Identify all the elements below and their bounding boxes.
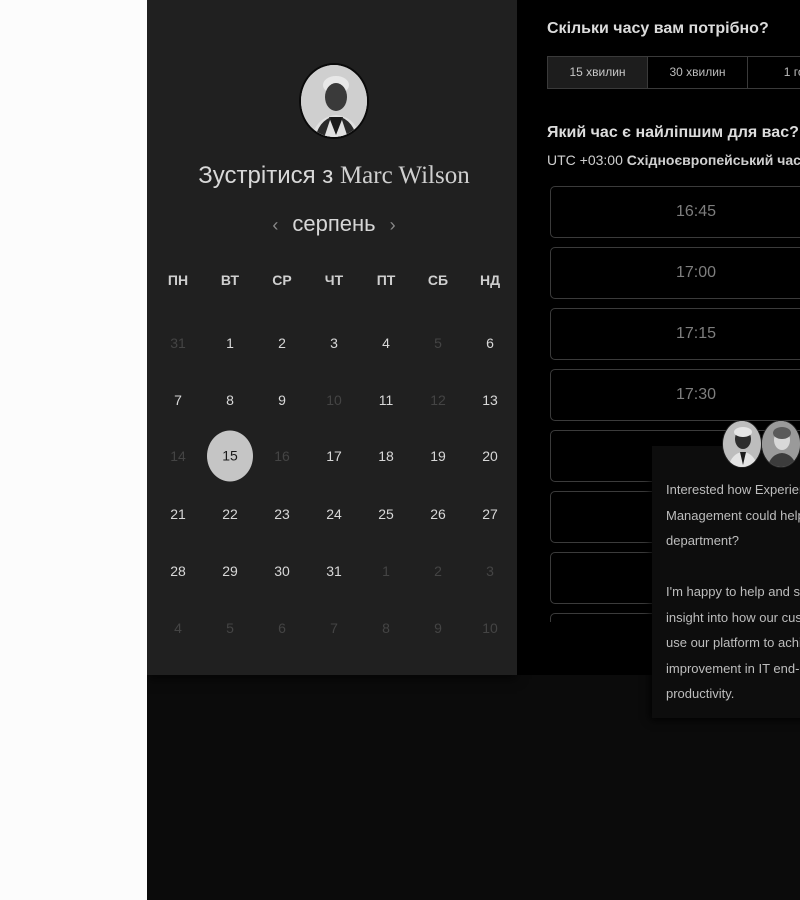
calendar-day: 1 [382,563,390,579]
calendar-day[interactable]: 22 [204,506,256,522]
calendar-day[interactable]: 8 [204,392,256,408]
duration-question: Скільки часу вам потрібно? [547,20,769,37]
calendar-day: 2 [434,563,442,579]
calendar-day[interactable]: 3 [308,335,360,351]
person-avatar-icon [762,421,800,467]
calendar-day[interactable]: 23 [256,506,308,522]
time-slot-button[interactable]: 17:30 [550,369,800,421]
duration-option[interactable]: 30 хвилин [648,57,748,88]
calendar-day[interactable]: 2 [256,335,308,351]
time-slot-label: 16:45 [675,203,717,220]
calendar-day[interactable]: 17 [308,448,360,464]
calendar-day[interactable]: 31 [308,563,360,579]
duration-option[interactable]: 1 год [748,57,800,88]
calendar-day[interactable]: 9 [256,392,308,408]
time-slot-label: 17:00 [675,264,717,281]
calendar-day: 12 [430,392,446,408]
calendar-day: 14 [170,448,186,464]
calendar-day[interactable]: 11 [360,392,412,408]
time-question: Який час є найліпшим для вас? [547,124,799,141]
calendar-day[interactable]: 18 [360,448,412,464]
chat-popup[interactable]: Interested how Experience Management cou… [652,446,800,718]
calendar-day: 9 [434,620,442,636]
calendar-day[interactable]: 19 [412,448,464,464]
time-slot-button[interactable]: 16:45 [550,186,800,238]
calendar-day[interactable]: 20 [464,448,516,464]
calendar-panel: Зустрітися з Marc Wilson ‹ серпень › ПН ВТ С… [147,0,517,675]
scheduler-page: Зустрітися з Marc Wilson ‹ серпень › ПН ВТ С… [147,0,800,900]
calendar-day: 10 [326,392,342,408]
time-slot-label: 17:30 [675,386,717,403]
calendar-day[interactable]: 25 [360,506,412,522]
calendar-day: 5 [226,620,234,636]
calendar-day[interactable]: 1 [204,335,256,351]
chat-agent-avatar[interactable] [722,420,762,468]
calendar-day: 4 [174,620,182,636]
chat-agent-avatar[interactable] [761,420,800,468]
calendar-day: 3 [486,563,494,579]
timezone-name: Східноєвропейський час [626,152,800,168]
timezone-selector[interactable]: UTC +03:00 Східноєвропейський час▼ [547,152,800,168]
selected-day[interactable]: 15 [207,430,253,482]
calendar-day[interactable]: 13 [464,392,516,408]
calendar-day[interactable]: 4 [360,335,412,351]
calendar-day[interactable]: 26 [412,506,464,522]
calendar-day: 10 [482,620,498,636]
calendar-day[interactable]: 7 [152,392,204,408]
calendar-day[interactable]: 28 [152,563,204,579]
timezone-offset: UTC +03:00 [547,152,623,168]
person-avatar-icon [723,421,761,467]
calendar-day[interactable]: 30 [256,563,308,579]
calendar-day: 5 [434,335,442,351]
calendar-day[interactable]: 21 [152,506,204,522]
calendar-day[interactable]: 27 [464,506,516,522]
calendar-day[interactable]: 24 [308,506,360,522]
calendar-day: 7 [330,620,338,636]
calendar-day[interactable]: 29 [204,563,256,579]
calendar-day: 6 [278,620,286,636]
calendar-grid: 31 1 2 3 4 5 6 7 8 9 10 11 12 13 14 15 16 17 18 19 20 21 22 23 2… [152,0,512,675]
calendar-day: 8 [382,620,390,636]
duration-option[interactable]: 15 хвилин [548,57,648,88]
time-slot-button[interactable]: 17:15 [550,308,800,360]
calendar-day[interactable]: 6 [464,335,516,351]
chat-message: Interested how Experience Management cou… [666,482,800,701]
calendar-day: 31 [170,335,186,351]
time-slot-label: 17:15 [675,325,717,342]
time-slot-button[interactable]: 17:00 [550,247,800,299]
calendar-day: 16 [274,448,290,464]
duration-selector: 15 хвилин30 хвилин1 год [547,56,800,89]
